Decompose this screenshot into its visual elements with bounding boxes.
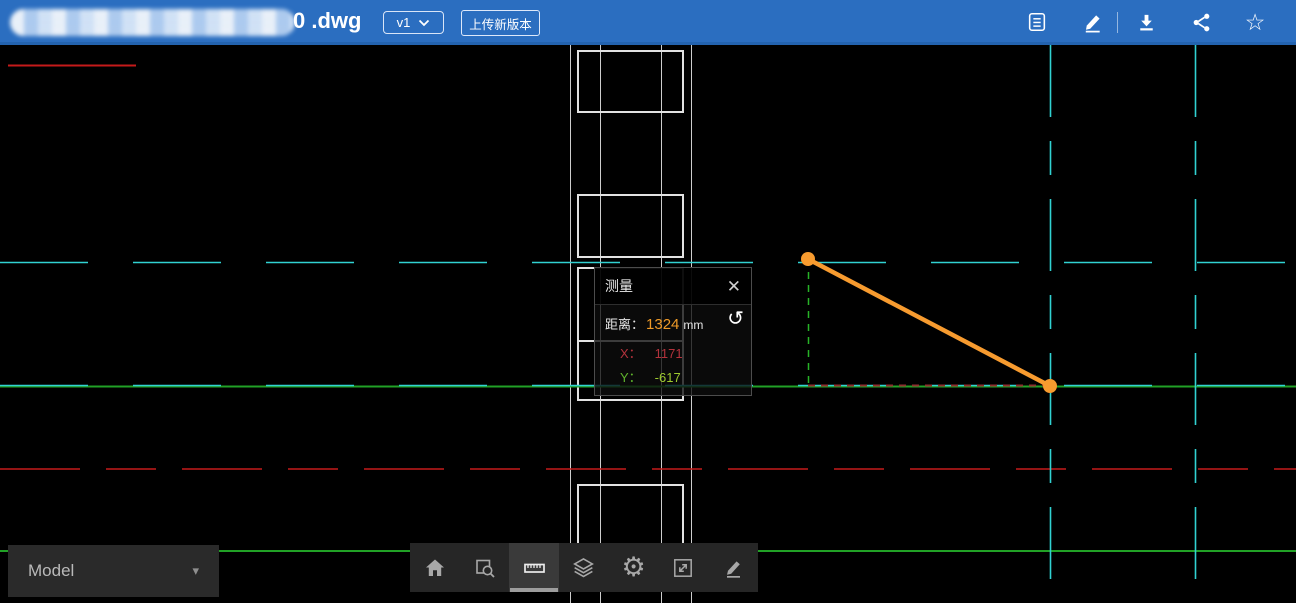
measure-popup-titlebar[interactable]: 测量 ✕ [595,268,751,305]
toolbar-measure-button[interactable] [509,543,559,592]
version-dropdown[interactable]: v1 [383,11,444,34]
y-value: -617 [655,370,681,385]
close-icon[interactable]: ✕ [727,278,741,295]
measure-popup-title: 测量 [605,276,633,296]
measure-popup-body: 距离： 1324 mm ↺ X： 1171 Y： -617 [595,305,751,395]
toolbar-zoom-window-button[interactable] [460,543,510,592]
distance-row: 距离： 1324 mm [605,314,703,333]
annotate-pencil-icon[interactable] [1080,10,1104,34]
sheet-selector-dropdown[interactable]: Model ▾ [8,545,219,597]
y-coordinate-row: Y： -617 [620,366,683,390]
ruler-icon [522,556,547,580]
upload-new-version-button[interactable]: 上传新版本 [461,10,540,36]
distance-unit: mm [683,318,703,332]
dwg-viewer: 0 .dwg v1 上传新版本 [0,0,1296,603]
distance-value: 1324 [646,316,679,333]
pencil-icon [721,556,745,580]
viewer-toolbar: ⚙ [410,543,758,592]
header-divider [1117,12,1118,33]
gear-icon: ⚙ [621,554,645,581]
measure-popup: 测量 ✕ 距离： 1324 mm ↺ X： 1171 Y： -617 [594,267,752,396]
distance-label: 距离： [605,314,644,333]
reset-measure-icon[interactable]: ↺ [727,309,744,329]
filename-redacted [10,9,295,36]
document-notes-icon[interactable] [1025,10,1049,34]
app-header: 0 .dwg v1 上传新版本 [0,0,1296,45]
caret-down-icon: ▾ [192,563,199,579]
zoom-window-icon [473,556,497,580]
file-title: 0 .dwg [293,0,361,42]
toolbar-layers-button[interactable] [559,543,609,592]
x-value: 1171 [655,346,683,361]
y-label: Y： [620,370,642,385]
share-icon[interactable] [1189,10,1213,34]
home-icon [423,556,447,580]
chevron-down-icon [418,19,430,27]
measure-line[interactable] [801,252,1057,393]
favorite-star-icon[interactable]: ☆ [1243,10,1267,34]
measure-endpoint-start[interactable] [801,252,815,266]
sheet-selector-value: Model [28,561,74,581]
cyan-axis-verticals [1051,45,1196,603]
toolbar-settings-button[interactable]: ⚙ [609,543,659,592]
x-coordinate-row: X： 1171 [620,342,683,366]
layers-icon [571,555,596,580]
measure-endpoint-end[interactable] [1043,379,1057,393]
version-label: v1 [397,15,411,30]
download-icon[interactable] [1134,10,1158,34]
toolbar-fullscreen-button[interactable] [658,543,708,592]
fullscreen-icon [671,556,695,580]
toolbar-home-button[interactable] [410,543,460,592]
toolbar-annotate-button[interactable] [708,543,758,592]
x-label: X： [620,346,642,361]
xy-coordinates: X： 1171 Y： -617 [620,342,683,390]
